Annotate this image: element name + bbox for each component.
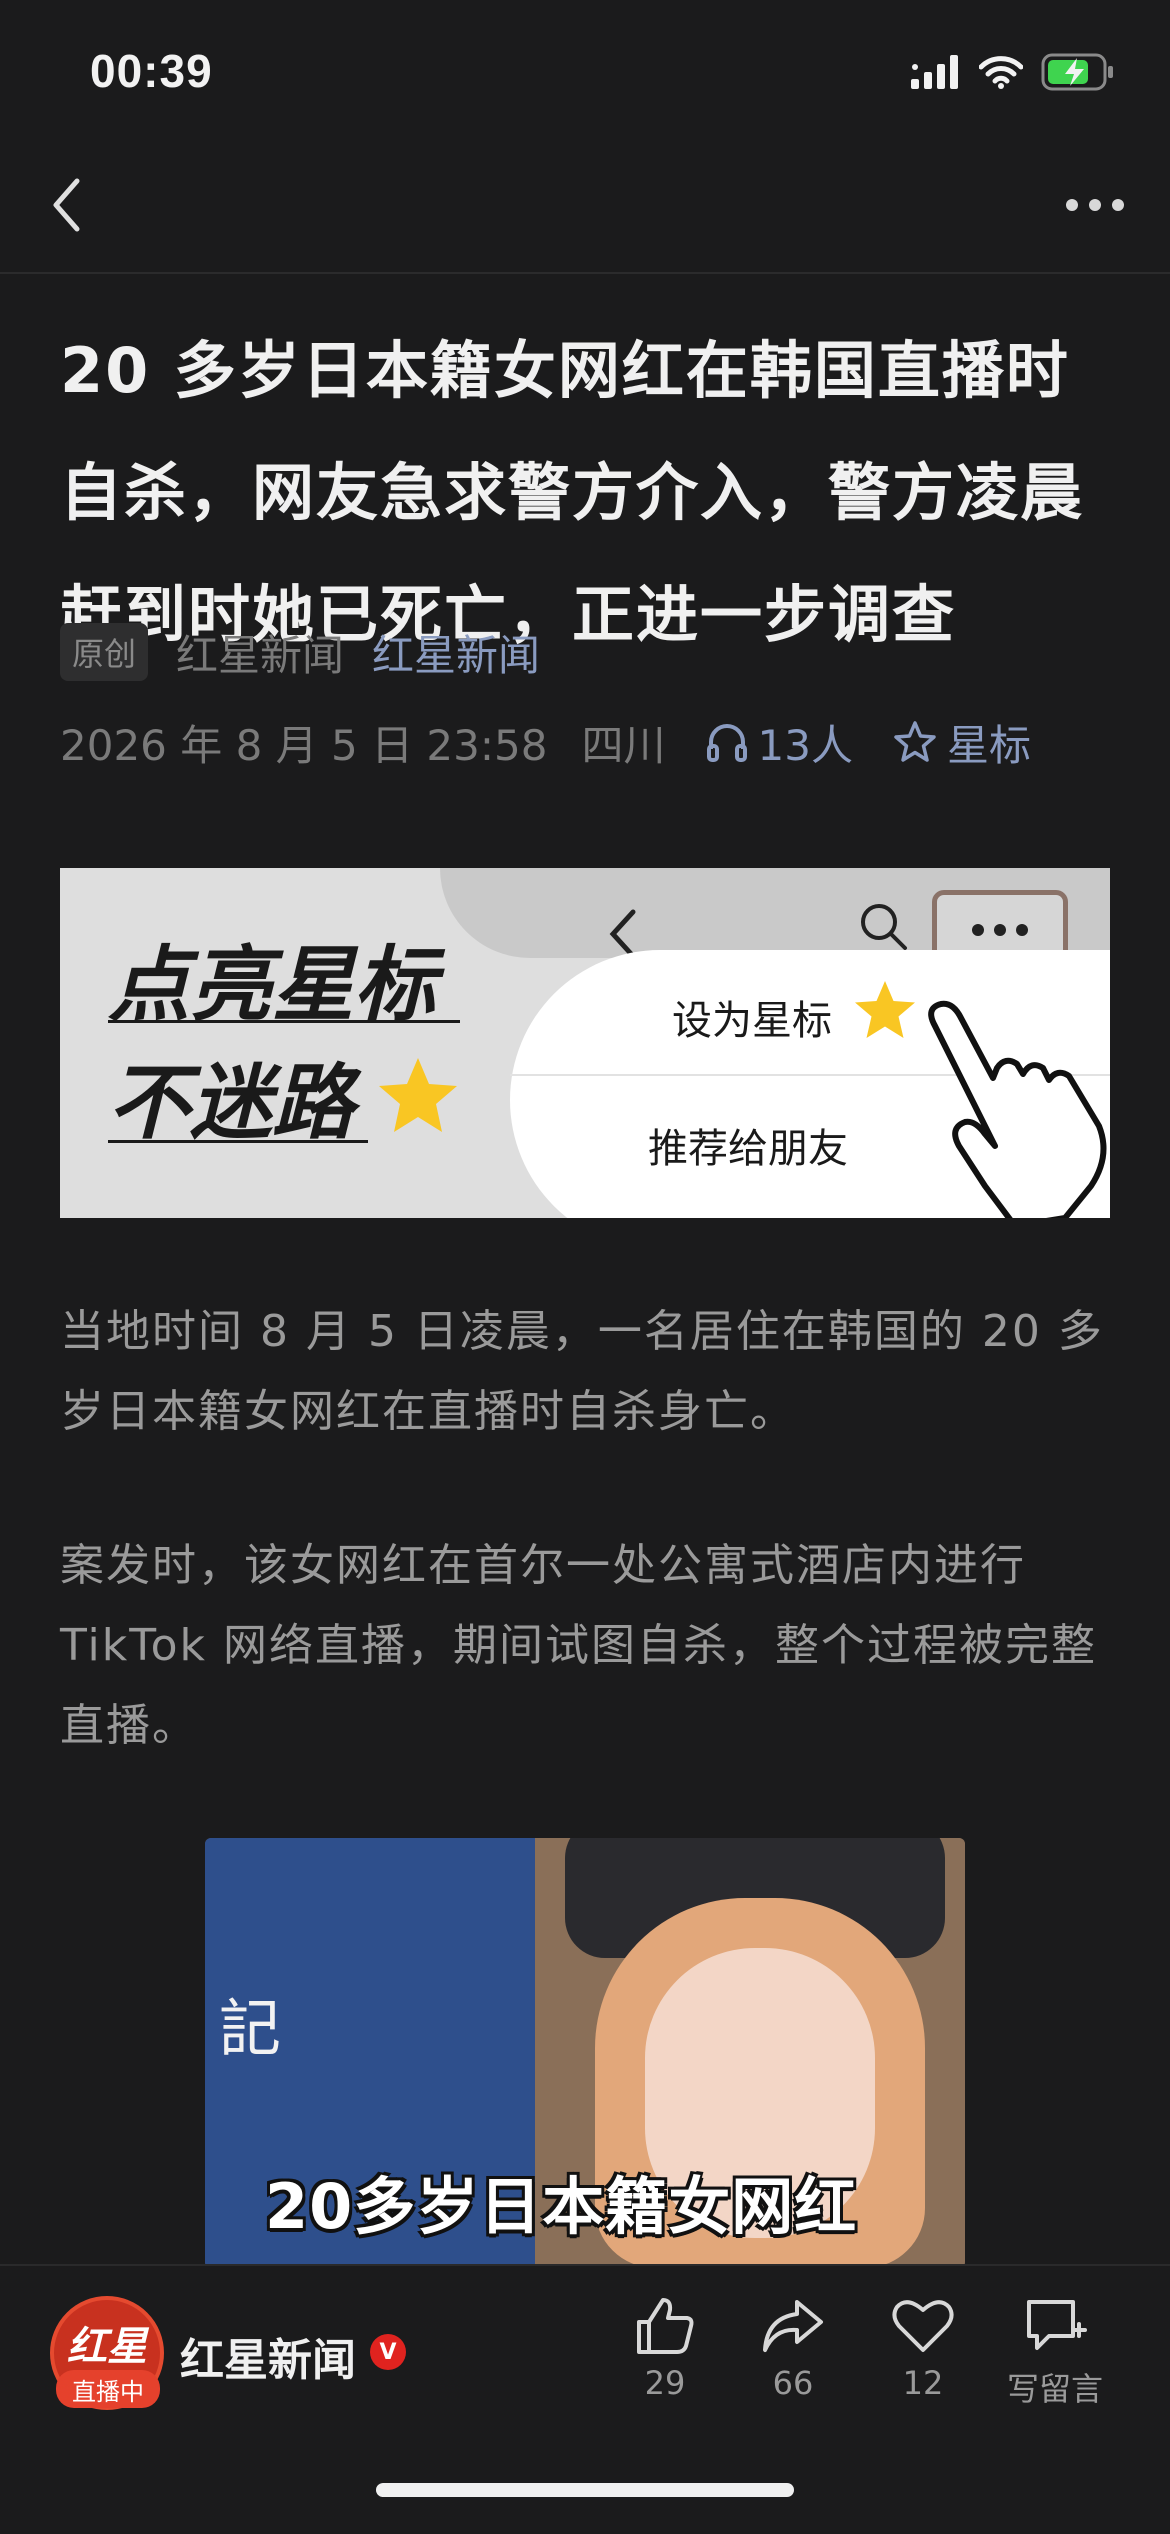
search-icon [861, 904, 907, 950]
more-icon [1066, 199, 1124, 211]
nav-divider [0, 272, 1170, 274]
star-button[interactable]: 星标 [893, 712, 1031, 773]
banner-menu-recommend: 推荐给朋友 [648, 1126, 848, 1172]
hand-pointer-icon [928, 1000, 1107, 1218]
comment-label: 写留言 [1006, 2370, 1103, 2408]
home-indicator[interactable] [376, 2483, 794, 2497]
slogan-underline [108, 1020, 460, 1023]
account-link[interactable]: 红星新闻 [372, 622, 540, 683]
share-arrow-icon [763, 2300, 823, 2352]
share-button[interactable]: 66 [738, 2296, 848, 2402]
star-label: 星标 [946, 720, 1031, 770]
live-badge: 直播中 [56, 2370, 160, 2408]
avatar-text: 红星 [67, 2324, 147, 2370]
article-meta-info: 2026 年 8 月 5 日 23:58 四川 13人 星标 [60, 712, 1031, 772]
author-name: 红星新闻 [176, 630, 345, 680]
slogan-underline [108, 1140, 368, 1143]
like-count: 29 [644, 2364, 686, 2402]
favorite-button[interactable]: 12 [868, 2296, 978, 2402]
comment-button[interactable]: 写留言 [996, 2296, 1114, 2410]
comment-add-icon [1027, 2300, 1087, 2350]
listeners-count: 13人 [757, 720, 853, 770]
photo-sign-text: 記 [219, 1992, 282, 2065]
banner-menu-set-star: 设为星标 [672, 998, 832, 1044]
star-outline-icon [894, 721, 936, 762]
star-icon [379, 1058, 457, 1132]
banner-slogan-line1: 点亮星标 [108, 937, 436, 1033]
battery-charging-icon [1041, 53, 1115, 95]
share-count: 66 [772, 2364, 814, 2402]
article-paragraph-2: 案发时，该女网红在首尔一处公寓式酒店内进行 TikTok 网络直播，期间试图自杀… [60, 1540, 1098, 1751]
like-button[interactable]: 29 [610, 2296, 720, 2402]
listen-button[interactable]: 13人 [706, 712, 853, 773]
article-paragraph-1: 当地时间 8 月 5 日凌晨，一名居住在韩国的 20 多岁日本籍女网红在直播时自… [60, 1306, 1104, 1437]
publish-location: 四川 [581, 720, 666, 770]
verified-badge: V [370, 2334, 406, 2370]
photo-caption: 20多岁日本籍女网红 [265, 2170, 858, 2243]
publish-date: 2026 年 8 月 5 日 23:58 [60, 720, 548, 770]
star-icon [855, 981, 915, 1038]
thumbs-up-icon [637, 2298, 694, 2354]
more-button[interactable] [1060, 180, 1130, 230]
back-button[interactable] [38, 170, 94, 240]
status-icons [911, 52, 1115, 96]
article-photo[interactable]: 記 20多岁日本籍女网红 [205, 1838, 965, 2268]
cellular-signal-icon [911, 55, 961, 93]
heart-icon [892, 2300, 954, 2352]
chevron-left-icon [53, 178, 80, 232]
account-name[interactable]: 红星新闻 [180, 2324, 356, 2388]
wifi-icon [978, 55, 1024, 93]
original-badge: 原创 [60, 623, 149, 681]
favorite-count: 12 [902, 2364, 944, 2402]
article-meta-source: 原创 红星新闻 红星新闻 [60, 622, 540, 682]
headphones-icon [706, 724, 747, 762]
star-promo-banner[interactable]: 设为星标 推荐给朋友 点亮星标 不迷路 [60, 868, 1110, 1218]
status-time: 00:39 [90, 45, 213, 97]
